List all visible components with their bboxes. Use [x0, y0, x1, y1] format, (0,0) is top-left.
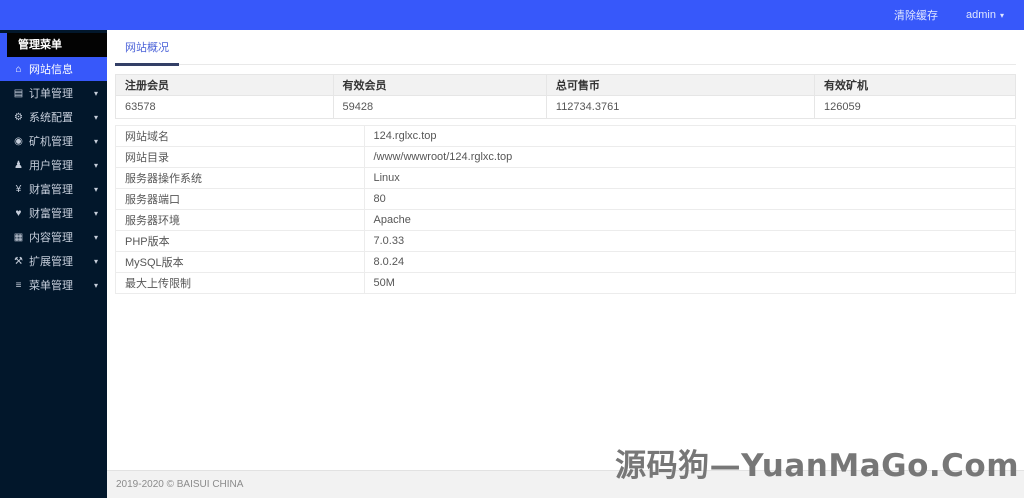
- sidebar-item-label: 订单管理: [29, 88, 73, 100]
- stats-value-cell: 112734.3761: [545, 95, 816, 119]
- money-icon: ¥: [15, 183, 22, 195]
- sidebar-item-label: 扩展管理: [29, 256, 73, 268]
- site-info-row: 网站域名 124.rglxc.top: [115, 125, 1016, 147]
- site-info-label: PHP版本: [115, 230, 365, 252]
- site-info-label: 网站域名: [115, 125, 365, 147]
- menu-icon: ≡: [15, 279, 22, 291]
- main-content: 网站概况 注册会员 有效会员 总可售币 有效矿机 63578 59428 112734.3…: [107, 30, 1024, 470]
- stats-header-row: 注册会员 有效会员 总可售币 有效矿机: [115, 74, 1016, 96]
- stats-table: 注册会员 有效会员 总可售币 有效矿机 63578 59428 112734.3761 12…: [115, 74, 1016, 119]
- content-icon: ▦: [13, 231, 24, 243]
- site-info-label: MySQL版本: [115, 251, 365, 273]
- chevron-down-icon: ▾: [93, 88, 98, 98]
- site-info-row: 网站目录/www/wwwroot/124.rglxc.top: [115, 146, 1016, 168]
- site-info-value: Apache: [363, 209, 1016, 231]
- site-info-row: PHP版本 7.0.33: [115, 230, 1016, 252]
- topbar: 清除缓存 admin ▾: [0, 0, 1024, 30]
- site-info-row: 服务器环境 Apache: [115, 209, 1016, 231]
- sidebar-item-1[interactable]: ▤ 订单管理 ▾: [0, 81, 107, 105]
- tab-site-overview[interactable]: 网站概况: [115, 39, 179, 66]
- admin-dropdown[interactable]: admin ▾: [966, 9, 1004, 21]
- stats-header-cell: 有效会员: [332, 74, 547, 96]
- settings-icon: ⚙: [14, 111, 23, 123]
- sidebar-item-label: 财富管理: [29, 184, 73, 196]
- stats-value-cell: 63578: [115, 95, 334, 119]
- sidebar-item-label: 网站信息: [29, 64, 73, 76]
- chevron-down-icon: ▾: [93, 184, 98, 194]
- site-info-label: 服务器端口: [115, 188, 365, 210]
- site-info-value: /www/wwwroot/124.rglxc.top: [363, 146, 1016, 168]
- miner-icon: ◉: [14, 135, 23, 147]
- heart-icon: ♥: [15, 207, 22, 219]
- site-info-label: 网站目录: [115, 146, 365, 168]
- sidebar-item-label: 矿机管理: [29, 136, 73, 148]
- sidebar-item-3[interactable]: ◉ 矿机管理 ▾: [0, 129, 107, 153]
- admin-username: admin: [966, 9, 996, 21]
- site-info-value: 7.0.33: [363, 230, 1016, 252]
- sidebar-item-6[interactable]: ♥ 财富管理 ▾: [0, 201, 107, 225]
- chevron-down-icon: ▾: [93, 256, 98, 266]
- orders-icon: ▤: [13, 87, 24, 99]
- site-info-row: 最大上传限制 50M: [115, 272, 1016, 294]
- site-info-label: 最大上传限制: [115, 272, 365, 294]
- stats-value-cell: 126059: [814, 95, 1016, 119]
- stats-header-cell: 总可售币: [545, 74, 816, 96]
- site-info-value: Linux: [363, 167, 1016, 189]
- stats-header-cell: 注册会员: [115, 74, 334, 96]
- watermark: 源码狗—YuanMaGo.Com: [615, 448, 1019, 484]
- sidebar-item-4[interactable]: ♟ 用户管理 ▾: [0, 153, 107, 177]
- sidebar-header: 管理菜单: [0, 33, 107, 57]
- stats-value-cell: 59428: [332, 95, 547, 119]
- copyright-text: 2019-2020 © BAISUI CHINA: [116, 479, 244, 490]
- clear-cache-link[interactable]: 清除缓存: [894, 7, 938, 23]
- users-icon: ♟: [14, 159, 23, 171]
- wrench-icon: ⚒: [14, 255, 23, 267]
- site-info-value: 124.rglxc.top: [363, 125, 1016, 147]
- chevron-down-icon: ▾: [93, 112, 98, 122]
- chevron-down-icon: ▾: [93, 280, 98, 290]
- sidebar-item-5[interactable]: ¥ 财富管理 ▾: [0, 177, 107, 201]
- main-column: 网站概况 注册会员 有效会员 总可售币 有效矿机 63578 59428 112734.3…: [107, 30, 1024, 498]
- sidebar: 管理菜单 ⌂ 网站信息 ▤ 订单管理 ▾ ⚙ 系统配置 ▾ ◉ 矿机管理 ▾ ♟ 用户管理 ▾ ¥ 财富管理 ▾…: [0, 30, 107, 498]
- site-info-table: 网站域名 124.rglxc.top 网站目录/www/wwwroot/124.rg…: [115, 125, 1016, 294]
- site-info-row: MySQL版本 8.0.24: [115, 251, 1016, 273]
- sidebar-item-label: 内容管理: [29, 232, 73, 244]
- chevron-down-icon: ▾: [93, 232, 98, 242]
- sidebar-item-7[interactable]: ▦ 内容管理 ▾: [0, 225, 107, 249]
- chevron-down-icon: ▾: [93, 208, 98, 218]
- site-info-label: 服务器环境: [115, 209, 365, 231]
- sidebar-item-8[interactable]: ⚒ 扩展管理 ▾: [0, 249, 107, 273]
- chevron-down-icon: ▾: [93, 136, 98, 146]
- site-info-value: 8.0.24: [363, 251, 1016, 273]
- sidebar-nav: ⌂ 网站信息 ▤ 订单管理 ▾ ⚙ 系统配置 ▾ ◉ 矿机管理 ▾ ♟ 用户管理 ▾ ¥ 财富管理 ▾ ♥ 财富管理…: [0, 57, 107, 297]
- site-info-row: 服务器端口 80: [115, 188, 1016, 210]
- sidebar-item-label: 系统配置: [29, 112, 73, 124]
- site-info-label: 服务器操作系统: [115, 167, 365, 189]
- site-info-value: 50M: [363, 272, 1016, 294]
- sidebar-item-label: 用户管理: [29, 160, 73, 172]
- sidebar-item-9[interactable]: ≡ 菜单管理 ▾: [0, 273, 107, 297]
- site-info-value: 80: [363, 188, 1016, 210]
- tab-bar: 网站概况: [115, 36, 1016, 66]
- home-icon: ⌂: [15, 63, 22, 75]
- chevron-down-icon: ▾: [93, 160, 98, 170]
- sidebar-item-2[interactable]: ⚙ 系统配置 ▾: [0, 105, 107, 129]
- sidebar-item-label: 菜单管理: [29, 280, 73, 292]
- site-info-row: 服务器操作系统 Linux: [115, 167, 1016, 189]
- sidebar-item-label: 财富管理: [29, 208, 73, 220]
- stats-header-cell: 有效矿机: [814, 74, 1016, 96]
- chevron-down-icon: ▾: [999, 10, 1004, 20]
- stats-value-row: 63578 59428 112734.3761 126059: [115, 95, 1016, 119]
- sidebar-item-0[interactable]: ⌂ 网站信息: [0, 57, 107, 81]
